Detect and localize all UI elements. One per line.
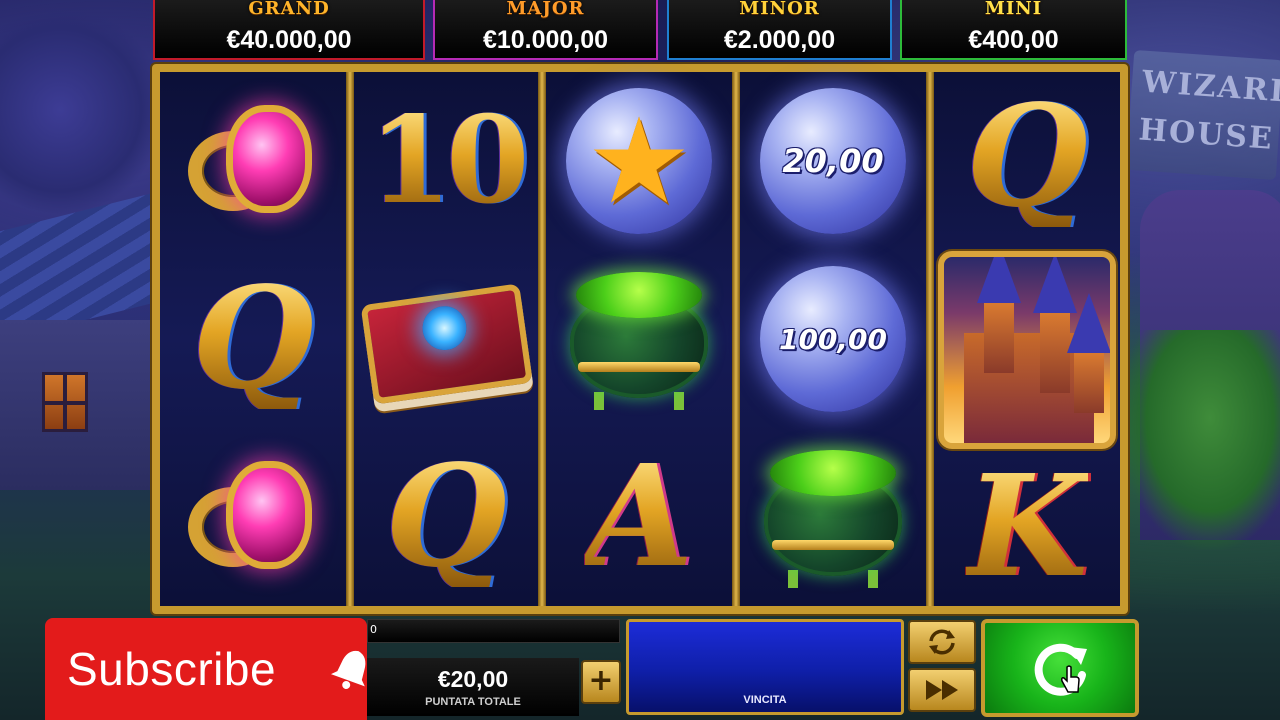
bell-icon	[330, 650, 366, 689]
letter-k-symbol: K	[966, 445, 1088, 609]
jackpot-major-label: MAJOR	[506, 0, 585, 19]
reel-separator	[732, 72, 740, 606]
jackpot-minor-label: MINOR	[739, 0, 820, 19]
ring-gem-icon	[188, 457, 318, 577]
ring-gem-icon	[188, 101, 318, 221]
cauldron-icon	[564, 264, 714, 414]
win-label: VINCITA	[743, 694, 787, 706]
letter-q-symbol: Q	[966, 75, 1088, 239]
reel-5-cell-2	[934, 250, 1120, 450]
reel-1-cell-1	[160, 72, 346, 250]
total-bet-value: €20,00	[437, 666, 509, 692]
reel-separator	[926, 72, 934, 606]
letter-a-symbol: A	[584, 435, 694, 599]
cash-orb-value: 20,00	[782, 142, 884, 180]
cash-orb-value: 100,00	[778, 322, 888, 356]
fast-forward-icon	[926, 680, 958, 700]
reel-1-cell-2: Q	[160, 250, 346, 428]
reel-grid: Q 10 Q ★ A 20,00 100,00 Q K	[152, 64, 1128, 614]
reel-separator	[346, 72, 354, 606]
reel-4-cell-1: 20,00	[740, 72, 926, 250]
subscribe-button[interactable]: Subscribe	[45, 618, 367, 720]
jackpot-grand-label: GRAND	[248, 0, 330, 19]
jackpot-grand-value: €40.000,00	[226, 26, 352, 54]
reel-5: Q K	[934, 72, 1120, 606]
jackpot-mini-label: MINI	[984, 0, 1043, 19]
reel-2-cell-3: Q	[354, 428, 538, 606]
jackpot-major: MAJOR €10.000,00	[433, 0, 658, 60]
reel-3-cell-2	[546, 250, 732, 428]
subscribe-label: Subscribe	[67, 643, 277, 695]
background-bush-right	[1120, 330, 1280, 550]
jackpot-minor: MINOR €2.000,00	[667, 0, 892, 60]
cash-orb-icon: 20,00	[760, 88, 906, 234]
cauldron-icon	[758, 442, 908, 592]
reel-2-cell-1: 10	[354, 72, 538, 250]
letter-q-symbol: Q	[385, 435, 507, 599]
jackpot-major-value: €10.000,00	[482, 26, 609, 54]
reel-1: Q	[160, 72, 346, 606]
info-bar: 0	[367, 619, 620, 643]
reel-5-cell-3: K	[934, 448, 1120, 606]
total-bet-label: PUNTATA TOTALE	[425, 696, 521, 708]
reel-2: 10 Q	[354, 72, 538, 606]
background-house-window	[42, 372, 88, 432]
background-wizard-house-sign: WIZARD HOUSE	[1125, 49, 1280, 181]
total-bet-panel[interactable]: €20,00 PUNTATA TOTALE	[367, 658, 579, 716]
autoplay-button[interactable]	[908, 620, 976, 664]
autoplay-icon	[929, 629, 955, 655]
turbo-button[interactable]	[908, 668, 976, 712]
star-orb-icon: ★	[566, 88, 712, 234]
ten-symbol: 10	[368, 90, 530, 231]
reel-4-cell-3	[740, 428, 926, 606]
reel-1-cell-3	[160, 428, 346, 606]
hand-cursor-icon	[1061, 665, 1080, 693]
reel-2-cell-2	[354, 250, 538, 428]
jackpot-mini: MINI €400,00	[900, 0, 1127, 60]
reel-separator	[538, 72, 546, 606]
castle-wild-icon	[938, 251, 1116, 449]
increase-bet-button[interactable]: +	[581, 660, 621, 704]
spellbook-icon	[359, 273, 533, 405]
reel-3-cell-1: ★	[546, 72, 732, 250]
jackpot-mini-value: €400,00	[968, 26, 1059, 54]
star-icon: ★	[586, 92, 692, 230]
info-bar-text: 0	[370, 623, 377, 636]
reel-3: ★ A	[546, 72, 732, 606]
win-panel: VINCITA	[626, 619, 904, 715]
reel-3-cell-3: A	[546, 428, 732, 606]
reel-4: 20,00 100,00	[740, 72, 926, 606]
jackpot-grand: GRAND €40.000,00	[153, 0, 425, 60]
background-tree-left	[0, 0, 160, 220]
jackpot-minor-value: €2.000,00	[723, 26, 836, 54]
reel-4-cell-2: 100,00	[740, 250, 926, 428]
reel-5-cell-1: Q	[934, 72, 1120, 242]
letter-q-symbol: Q	[192, 257, 314, 421]
cash-orb-icon: 100,00	[760, 266, 906, 412]
